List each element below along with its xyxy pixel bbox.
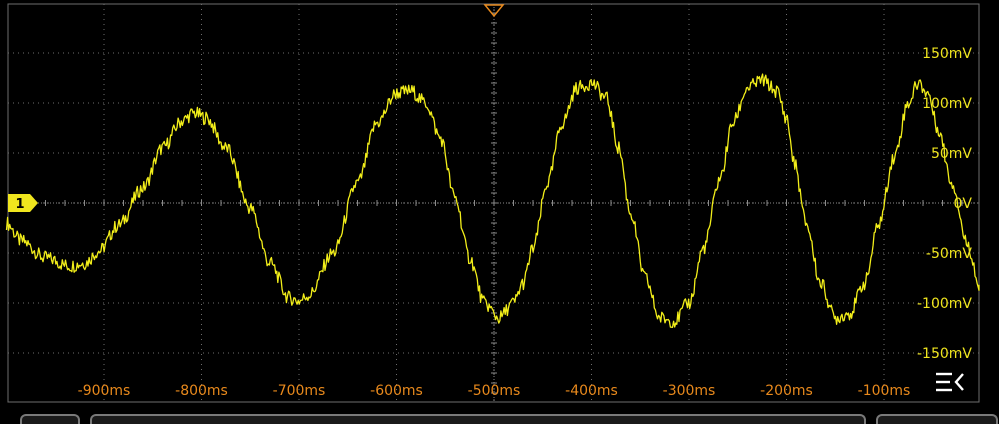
waveform-plot: 1 -900ms -800ms -700ms -600ms -500ms -400ms -30… — [5, 3, 980, 403]
x-tick-label: -500ms — [468, 383, 521, 399]
x-tick-label: -700ms — [273, 383, 326, 399]
x-tick-label: -800ms — [175, 383, 228, 399]
x-tick-label: -100ms — [858, 383, 911, 399]
y-tick-label: 50mV — [931, 146, 972, 162]
channel-1-marker-label: 1 — [15, 197, 24, 212]
y-tick-label: 100mV — [922, 96, 972, 112]
bottom-toolbar — [0, 412, 999, 424]
x-tick-label: -200ms — [760, 383, 813, 399]
x-tick-label: -400ms — [565, 383, 618, 399]
toolbar-tab-left[interactable] — [20, 414, 80, 424]
y-tick-label: -150mV — [917, 346, 972, 362]
collapse-menu-icon — [936, 372, 964, 392]
collapse-menu-button[interactable] — [930, 366, 970, 402]
y-tick-label: 0V — [954, 196, 973, 212]
y-tick-label: 150mV — [922, 46, 972, 62]
x-tick-label: -900ms — [78, 383, 131, 399]
y-tick-label: -50mV — [926, 246, 973, 262]
toolbar-tab-right[interactable] — [876, 414, 998, 424]
toolbar-tab-center[interactable] — [90, 414, 866, 424]
x-tick-label: -300ms — [663, 383, 716, 399]
x-tick-label: -600ms — [370, 383, 423, 399]
y-tick-label: -100mV — [917, 296, 972, 312]
oscilloscope-display: 1 -900ms -800ms -700ms -600ms -500ms -400ms -30… — [0, 0, 999, 424]
waveform-trace-channel-1 — [5, 73, 980, 329]
